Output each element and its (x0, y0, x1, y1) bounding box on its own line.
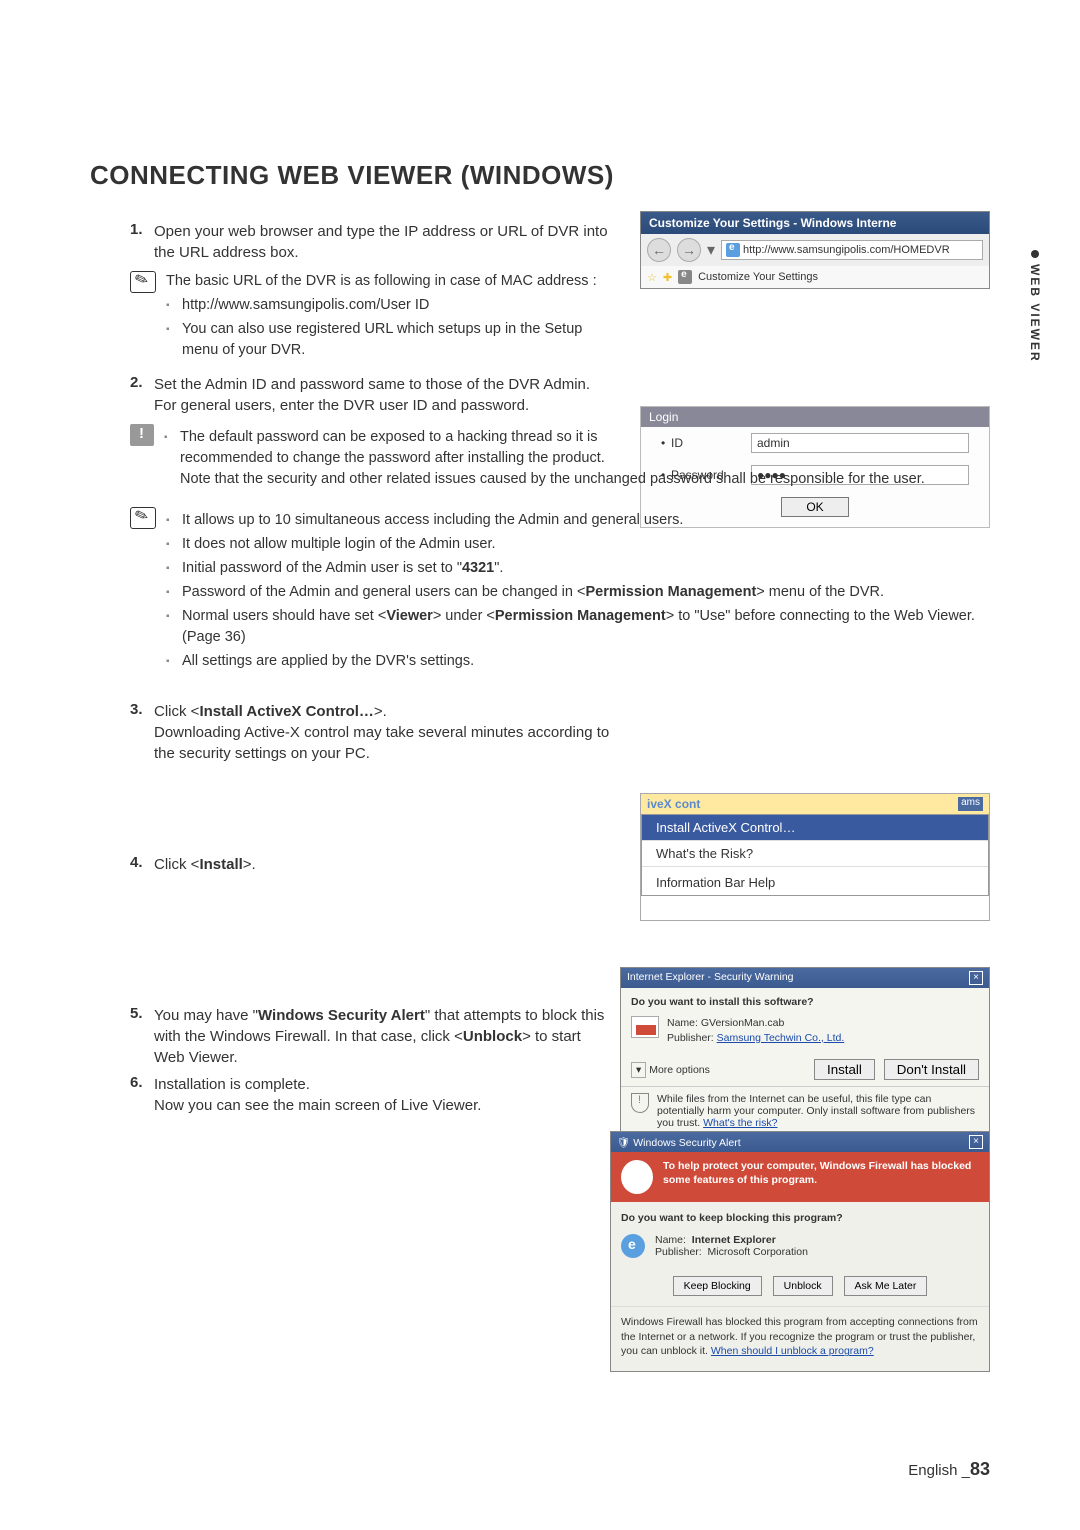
figure-activex-menu: iveX cont ams Install ActiveX Control… Wh… (640, 793, 990, 921)
info-bar-text-right: ams (958, 797, 983, 811)
dialog-title: Internet Explorer - Security Warning (627, 971, 794, 985)
when-unblock-link[interactable]: When should I unblock a program? (711, 1345, 874, 1357)
note-icon (130, 271, 156, 293)
list-item: The default password can be exposed to a… (164, 427, 990, 490)
step-text: Set the Admin ID and password same to th… (154, 374, 610, 416)
dialog-question: Do you want to keep blocking this progra… (611, 1202, 989, 1230)
browser-window-title: Customize Your Settings - Windows Intern… (641, 212, 989, 234)
menu-info-bar-help[interactable]: Information Bar Help (642, 867, 988, 895)
install-button[interactable]: Install (814, 1059, 875, 1080)
step-number: 5. (130, 1005, 154, 1022)
ie-icon (726, 243, 740, 257)
shield-icon (631, 1093, 649, 1113)
list-item: Initial password of the Admin user is se… (166, 558, 990, 579)
warning-icon (130, 424, 154, 446)
back-icon[interactable]: ← (647, 238, 671, 262)
menu-install-activex[interactable]: Install ActiveX Control… (642, 815, 988, 841)
step-number: 2. (130, 374, 154, 391)
step-text: Installation is complete. Now you can se… (154, 1074, 610, 1116)
dialog-title: Windows Security Alert (633, 1137, 740, 1149)
favorites-star-icon[interactable]: ☆ (647, 271, 657, 284)
step-text: Click <Install>. (154, 854, 610, 875)
menu-whats-the-risk[interactable]: What's the Risk? (642, 841, 988, 867)
list-item: It does not allow multiple login of the … (166, 534, 990, 555)
keep-blocking-button[interactable]: Keep Blocking (673, 1276, 762, 1296)
side-tab: WEB VIEWER (1028, 250, 1042, 363)
unblock-button[interactable]: Unblock (773, 1276, 833, 1296)
step-number: 1. (130, 221, 154, 238)
step-text: Click <Install ActiveX Control…>. Downlo… (154, 701, 610, 764)
publisher-link[interactable]: Samsung Techwin Co., Ltd. (717, 1032, 845, 1044)
page-title: CONNECTING WEB VIEWER (WINDOWS) (90, 160, 990, 191)
dialog-question: Do you want to install this software? (621, 988, 989, 1012)
figure-browser-address: Customize Your Settings - Windows Intern… (640, 211, 990, 289)
list-item: Normal users should have set <Viewer> un… (166, 606, 990, 648)
dont-install-button[interactable]: Don't Install (884, 1059, 979, 1080)
step-number: 3. (130, 701, 154, 718)
close-icon[interactable]: × (969, 971, 983, 985)
info-bar-text-left: iveX cont (647, 797, 700, 811)
bullet-icon (1031, 250, 1039, 258)
figure-firewall-alert: 🛡 Windows Security Alert × To help protec… (610, 1131, 990, 1372)
add-favorites-icon[interactable]: ✚ (663, 271, 672, 284)
shield-small-icon: 🛡 (617, 1137, 630, 1149)
shield-alert-icon (621, 1160, 653, 1194)
browser-tab[interactable]: Customize Your Settings (698, 271, 818, 283)
figure-security-warning: Internet Explorer - Security Warning × Do… (620, 967, 990, 1140)
alert-headline: To help protect your computer, Windows F… (663, 1160, 979, 1194)
list-item: Password of the Admin and general users … (166, 582, 990, 603)
page-footer: English _83 (908, 1459, 990, 1480)
more-options-toggle[interactable]: ▾ (631, 1062, 646, 1078)
ie-program-icon (621, 1234, 645, 1258)
address-bar[interactable]: http://www.samsungipolis.com/HOMEDVR (721, 240, 983, 260)
note-content: The basic URL of the DVR is as following… (166, 271, 610, 364)
list-item: It allows up to 10 simultaneous access i… (166, 510, 990, 531)
step-text: You may have "Windows Security Alert" th… (154, 1005, 610, 1068)
close-icon[interactable]: × (969, 1135, 983, 1149)
page-favicon (678, 270, 692, 284)
software-icon (631, 1016, 659, 1038)
ask-later-button[interactable]: Ask Me Later (844, 1276, 928, 1296)
step-number: 6. (130, 1074, 154, 1091)
forward-icon[interactable]: → (677, 238, 701, 262)
step-number: 4. (130, 854, 154, 871)
warning-content: The default password can be exposed to a… (164, 424, 990, 493)
note-content: It allows up to 10 simultaneous access i… (166, 507, 990, 675)
step-text: Open your web browser and type the IP ad… (154, 221, 610, 263)
dialog-footnote: Windows Firewall has blocked this progra… (611, 1306, 989, 1371)
note-icon (130, 507, 156, 529)
list-item: http://www.samsungipolis.com/User ID (166, 295, 610, 316)
list-item: All settings are applied by the DVR's se… (166, 651, 990, 672)
list-item: You can also use registered URL which se… (166, 319, 610, 361)
whats-the-risk-link[interactable]: What's the risk? (703, 1117, 777, 1129)
login-header: Login (641, 407, 989, 427)
dropdown-arrow-icon[interactable]: ▾ (707, 240, 715, 260)
